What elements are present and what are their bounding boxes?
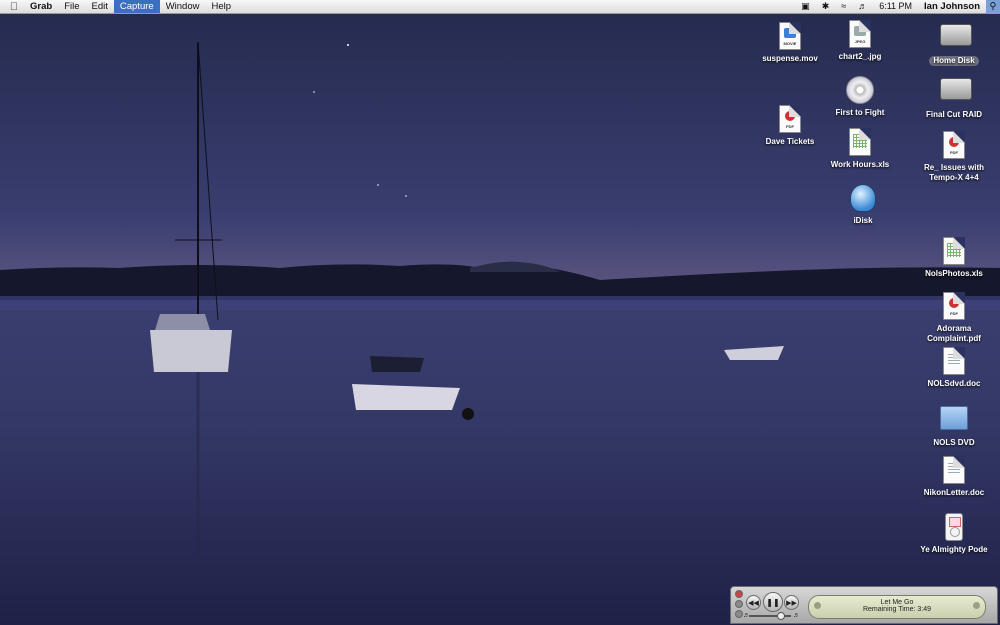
idisk-icon [850,184,876,212]
desktop-icon-final-cut-raid[interactable]: Final Cut RAID [914,72,994,120]
folder-icon [940,406,968,430]
volume-slider-knob[interactable] [777,612,785,620]
remaining-time: Remaining Time: 3:49 [862,606,932,613]
desktop-icon-nols-dvd-folder[interactable]: NOLS DVD [914,400,994,448]
desktop-icon-home-disk[interactable]: Home Disk [914,18,994,66]
menu-capture[interactable]: Capture [113,0,160,13]
display-play-icon[interactable] [814,602,821,609]
itunes-mini-player[interactable]: ◀◀ ❚❚ ▶▶ ♬ ♬ Let Me Go Remaining Time: 3… [730,586,998,624]
next-track-button[interactable]: ▶▶ [784,595,799,610]
volume-high-icon: ♬ [793,612,800,619]
display-icon[interactable]: ▣ [795,0,816,13]
previous-track-button[interactable]: ◀◀ [746,595,761,610]
desktop-icon-adorama-complaint[interactable]: PDF Adorama Complaint.pdf [914,292,994,344]
desktop-icon-nolsdvd-doc[interactable]: NOLSdvd.doc [914,347,994,389]
pause-button[interactable]: ❚❚ [763,592,783,612]
wifi-icon[interactable]: ≈ [835,0,852,13]
menu-app-grab[interactable]: Grab [24,0,58,13]
desktop-icon-nolsphotos-xls[interactable]: NolsPhotos.xls [914,237,994,279]
menu-edit[interactable]: Edit [86,0,114,13]
zoom-button[interactable] [735,610,743,618]
desktop-icon-first-to-fight[interactable]: First to Fight [820,74,900,118]
menu-user[interactable]: Ian Johnson [918,1,986,12]
menu-extras: ▣ ✱ ≈ ♬ 6:11 PM Ian Johnson ⚲ [795,0,1000,13]
menu-help[interactable]: Help [205,0,237,13]
desktop-icon-chart2-jpg[interactable]: JPEG chart2_.jpg [820,20,900,62]
desktop-icon-idisk[interactable]: iDisk [823,182,903,226]
menu-clock[interactable]: 6:11 PM [873,0,918,13]
track-display[interactable]: Let Me Go Remaining Time: 3:49 [808,595,986,619]
close-button[interactable] [735,590,743,598]
minimize-button[interactable] [735,600,743,608]
desktop-icon-dave-tickets[interactable]: PDF Dave Tickets [750,105,830,147]
menu-file[interactable]: File [58,0,85,13]
track-title: Let Me Go [880,599,914,606]
display-snapback-icon[interactable] [973,602,980,609]
ipod-icon [945,513,963,541]
spotlight-search-icon[interactable]: ⚲ [986,0,1000,13]
volume-icon[interactable]: ♬ [852,0,873,13]
menu-bar:  Grab File Edit Capture Window Help ▣ ✱… [0,0,1000,14]
hard-disk-icon [940,24,972,46]
menu-window[interactable]: Window [160,0,206,13]
bluetooth-icon[interactable]: ✱ [816,0,836,13]
apple-icon[interactable]:  [4,1,24,13]
desktop-icon-nikonletter-doc[interactable]: NikonLetter.doc [914,456,994,498]
desktop-icon-re-issues-tempo[interactable]: PDF Re_ Issues with Tempo-X 4+4 [914,131,994,183]
hard-disk-icon [940,78,972,100]
desktop-icon-ye-almighty-pode[interactable]: Ye Almighty Pode [914,511,994,555]
dvd-icon [846,76,874,104]
desktop-icon-work-hours-xls[interactable]: Work Hours.xls [820,128,900,170]
desktop-icon-suspense-mov[interactable]: MOVIE suspense.mov [750,22,830,64]
desktop[interactable]:  Grab File Edit Capture Window Help ▣ ✱… [0,0,1000,625]
